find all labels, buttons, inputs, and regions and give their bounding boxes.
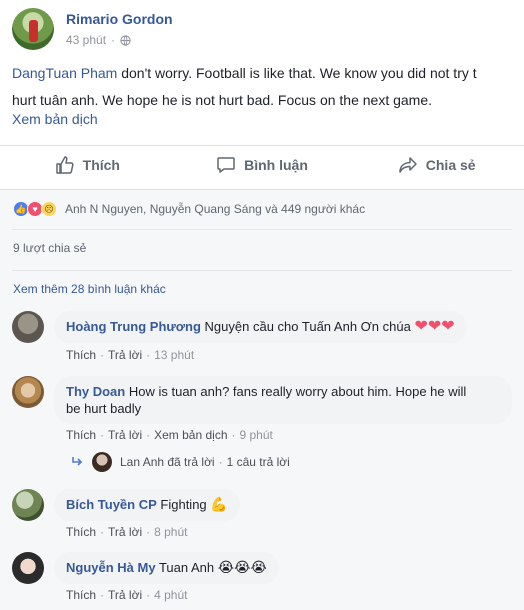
post-time[interactable]: 43 phút [66, 32, 106, 48]
comment-actions: Thích · Trả lời · 8 phút [66, 525, 188, 539]
comment-bubble: Nguyễn Hà My Tuan Anh 😭😭😭 [54, 552, 279, 584]
see-translation-link[interactable]: Xem bản dịch [12, 109, 98, 129]
author-avatar[interactable] [12, 8, 54, 50]
comment-reply-link[interactable]: Trả lời [108, 588, 142, 602]
comment-text-line2: be hurt badly [66, 401, 142, 416]
replies-link[interactable]: Lan Anh đã trả lời · 1 câu trả lời [70, 452, 290, 472]
action-bar: Thích Bình luận Chia sẻ [0, 146, 524, 184]
comment-reply-link[interactable]: Trả lời [108, 348, 142, 362]
reply-summary: Lan Anh đã trả lời [120, 455, 215, 469]
replier-avatar [92, 452, 112, 472]
comment-like-link[interactable]: Thích [66, 348, 96, 362]
comment-text: Tuan Anh [158, 560, 215, 575]
comment: Thy Doan How is tuan anh? fans really wo… [12, 376, 512, 424]
crying-face-emoji: 😭😭😭 [217, 559, 267, 575]
share-icon [399, 157, 417, 173]
comment-label: Bình luận [244, 157, 308, 173]
comment-time[interactable]: 8 phút [154, 525, 187, 539]
comment-reply-link[interactable]: Trả lời [108, 525, 142, 539]
comment-button[interactable]: Bình luận [175, 146, 350, 184]
divider [12, 229, 512, 230]
comment-time[interactable]: 13 phút [154, 348, 194, 362]
post-header: Rimario Gordon 43 phút · [12, 8, 173, 52]
post-body: DangTuan Pham don't worry. Football is l… [12, 60, 524, 114]
share-button[interactable]: Chia sẻ [349, 146, 524, 184]
commenter-name[interactable]: Nguyễn Hà My [66, 560, 156, 575]
commenter-avatar[interactable] [12, 311, 44, 343]
commenter-avatar[interactable] [12, 552, 44, 584]
like-label: Thích [82, 157, 120, 173]
mention-link[interactable]: DangTuan Pham [12, 65, 117, 81]
comment-icon [217, 157, 235, 173]
comment-actions: Thích · Trả lời · 13 phút [66, 348, 195, 362]
post-text-line1: don't worry. Football is like that. We k… [117, 65, 477, 81]
comment-bubble: Thy Doan How is tuan anh? fans really wo… [54, 376, 512, 424]
like-button[interactable]: Thích [0, 146, 175, 184]
sad-reaction-icon: ☹ [41, 201, 57, 217]
comment-time[interactable]: 9 phút [240, 428, 273, 442]
commenter-name[interactable]: Bích Tuyền CP [66, 497, 157, 512]
comment-like-link[interactable]: Thích [66, 588, 96, 602]
reply-arrow-icon [72, 457, 83, 466]
commenter-name[interactable]: Thy Doan [66, 384, 125, 399]
comment-text-line1: How is tuan anh? fans really worry about… [128, 384, 467, 399]
globe-icon [120, 34, 131, 46]
comment-translate-link[interactable]: Xem bản dịch [154, 428, 227, 442]
comment-text: Fighting [160, 497, 207, 512]
comment-time[interactable]: 4 phút [154, 588, 187, 602]
shares-count[interactable]: 9 lượt chia sẻ [13, 240, 86, 256]
commenter-avatar[interactable] [12, 376, 44, 408]
flexed-arm-emoji: 💪 [210, 496, 228, 512]
thumbs-up-icon [55, 156, 74, 174]
author-name[interactable]: Rimario Gordon [66, 9, 173, 29]
comment-like-link[interactable]: Thích [66, 428, 96, 442]
hearts-emoji: ❤❤❤ [414, 318, 455, 335]
share-label: Chia sẻ [425, 157, 476, 173]
reactions-text: Anh N Nguyen, Nguyễn Quang Sáng và 449 n… [65, 202, 366, 216]
divider [12, 270, 512, 271]
comment: Bích Tuyền CP Fighting 💪 [12, 489, 240, 521]
reactions-summary[interactable]: 👍 ♥ ☹ Anh N Nguyen, Nguyễn Quang Sáng và… [13, 199, 365, 219]
commenter-avatar[interactable] [12, 489, 44, 521]
comment-actions: Thích · Trả lời · 4 phút [66, 588, 188, 602]
reply-count: 1 câu trả lời [226, 455, 290, 469]
comment-bubble: Bích Tuyền CP Fighting 💪 [54, 489, 240, 521]
view-more-comments-link[interactable]: Xem thêm 28 bình luận khác [13, 281, 166, 297]
comment-actions: Thích · Trả lời · Xem bản dịch · 9 phút [66, 428, 273, 442]
comment-reply-link[interactable]: Trả lời [108, 428, 142, 442]
comment-like-link[interactable]: Thích [66, 525, 96, 539]
comment: Hoàng Trung Phương Nguyện cầu cho Tuấn A… [12, 311, 467, 343]
comment-text: Nguyện cầu cho Tuấn Anh Ơn chúa [204, 319, 411, 334]
comment: Nguyễn Hà My Tuan Anh 😭😭😭 [12, 552, 279, 584]
comment-bubble: Hoàng Trung Phương Nguyện cầu cho Tuấn A… [54, 311, 467, 343]
commenter-name[interactable]: Hoàng Trung Phương [66, 319, 201, 334]
